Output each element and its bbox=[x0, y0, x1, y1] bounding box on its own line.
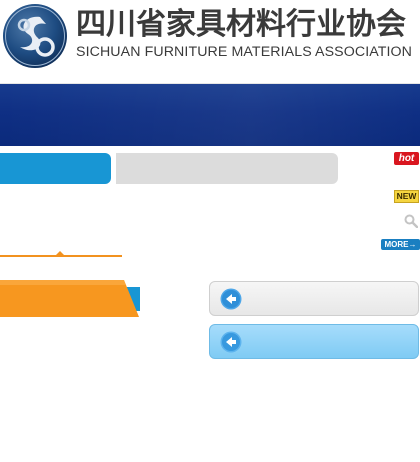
section-title-tab bbox=[0, 280, 140, 317]
new-badge: NEW bbox=[394, 190, 419, 203]
arrow-left-circle-icon bbox=[220, 331, 242, 353]
search-icon[interactable] bbox=[404, 214, 418, 228]
side-link-button-2[interactable] bbox=[209, 324, 419, 359]
side-link-button-1[interactable] bbox=[209, 281, 419, 316]
hot-badge: hot bbox=[394, 152, 419, 165]
tab-inactive[interactable] bbox=[116, 153, 338, 184]
association-logo-icon[interactable] bbox=[2, 3, 68, 69]
banner-highlight bbox=[0, 84, 420, 146]
more-button[interactable]: MORE→ bbox=[381, 239, 420, 250]
more-label: MORE bbox=[384, 240, 409, 249]
divider-notch bbox=[55, 251, 65, 256]
arrow-left-circle-icon bbox=[220, 288, 242, 310]
org-name-english: SICHUAN FURNITURE MATERIALS ASSOCIATION bbox=[76, 44, 413, 60]
org-name-chinese: 四川省家具材料行业协会 bbox=[76, 7, 406, 42]
arrow-right-icon: → bbox=[408, 240, 417, 249]
tab-active[interactable] bbox=[0, 153, 111, 184]
